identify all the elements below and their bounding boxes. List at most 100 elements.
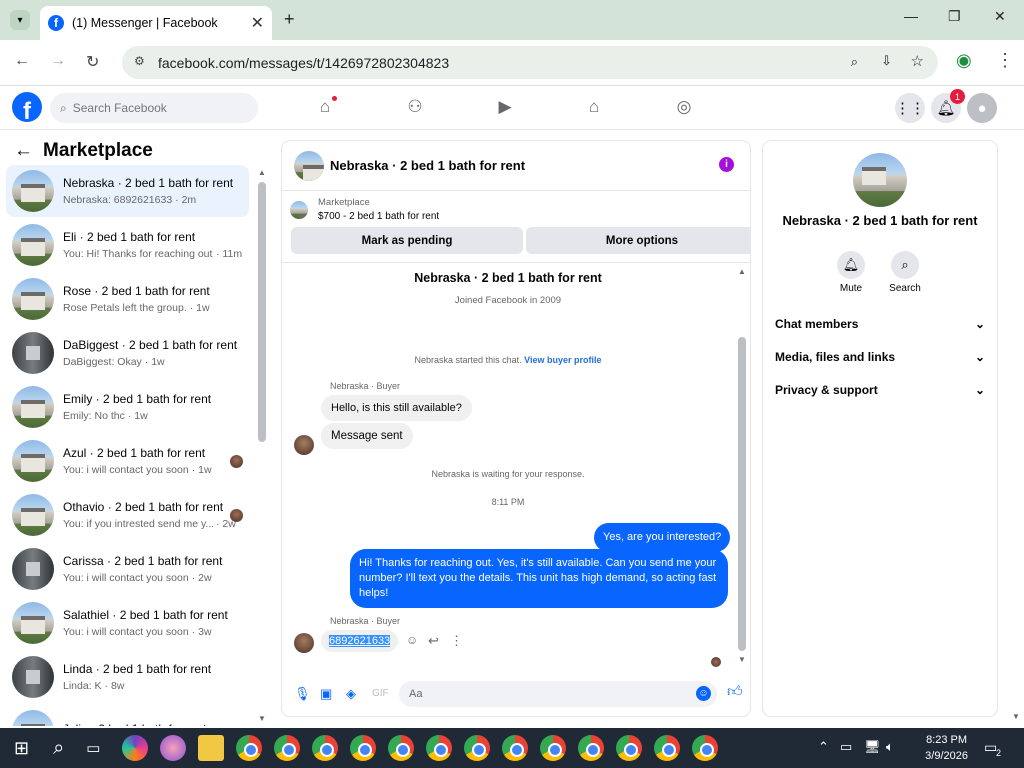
install-app-icon[interactable]: ⇩: [881, 53, 892, 69]
conversation-item[interactable]: Rose · 2 bed 1 bath for rent Rose Petals …: [6, 273, 249, 325]
buyer-avatar[interactable]: [294, 435, 314, 455]
info-icon[interactable]: i: [719, 157, 734, 172]
back-arrow-icon[interactable]: ←: [14, 140, 33, 162]
reload-icon[interactable]: ↻: [86, 52, 99, 72]
minimize-icon[interactable]: —: [904, 8, 918, 24]
paint-icon[interactable]: [160, 735, 187, 761]
incoming-message[interactable]: Message sent: [321, 423, 413, 449]
scroll-up-icon[interactable]: ▲: [258, 168, 266, 177]
listing-strip[interactable]: Marketplace $700 - 2 bed 1 bath for rent: [290, 197, 439, 222]
groups-icon[interactable]: ◎: [671, 94, 697, 120]
chrome-icon[interactable]: [236, 735, 263, 761]
network-icon[interactable]: 🖥︎: [864, 739, 881, 755]
sticker-icon[interactable]: ◈: [346, 686, 356, 702]
address-bar[interactable]: ⚙ facebook.com/messages/t/14269728023048…: [122, 46, 938, 79]
message-composer[interactable]: Aa ☺: [399, 681, 717, 707]
tab-close-icon[interactable]: ✕: [251, 13, 264, 33]
conversation-item[interactable]: Eli · 2 bed 1 bath for rent You: Hi! Than…: [6, 219, 249, 271]
restore-icon[interactable]: ❐: [948, 8, 961, 25]
buyer-avatar[interactable]: [294, 633, 314, 653]
site-info-icon[interactable]: ⚙: [134, 54, 145, 68]
friends-icon[interactable]: ⚇: [402, 94, 428, 120]
zoom-icon[interactable]: ⌕: [851, 54, 858, 70]
conversation-item[interactable]: DaBiggest · 2 bed 1 bath for rent DaBigge…: [6, 327, 249, 379]
conversation-item[interactable]: Salathiel · 2 bed 1 bath for rent You: i …: [6, 597, 249, 649]
reply-icon[interactable]: ↩: [428, 633, 439, 649]
mark-as-pending-button[interactable]: Mark as pending: [291, 227, 523, 254]
facebook-search[interactable]: ⌕: [50, 93, 258, 123]
conversation-item[interactable]: Azul · 2 bed 1 bath for rent You: i will …: [6, 435, 249, 487]
like-thumb-icon[interactable]: 👍︎: [727, 683, 743, 701]
mute-button[interactable]: 🔔︎ Mute: [831, 251, 871, 294]
tab-search-icon[interactable]: ▾: [10, 10, 30, 30]
forward-icon[interactable]: →: [50, 52, 66, 70]
chrome-icon[interactable]: [502, 735, 529, 761]
new-tab-button[interactable]: +: [284, 9, 295, 30]
conversation-item[interactable]: Linda · 2 bed 1 bath for rent Linda: K · 8…: [6, 651, 249, 703]
outgoing-message[interactable]: Yes, are you interested?: [594, 523, 731, 552]
react-icon[interactable]: ☺: [406, 633, 418, 647]
video-icon[interactable]: ▶: [492, 94, 518, 120]
chrome-icon[interactable]: [654, 735, 681, 761]
chrome-icon[interactable]: [350, 735, 377, 761]
marketplace-icon[interactable]: ⌂: [581, 94, 607, 120]
chrome-icon[interactable]: [578, 735, 605, 761]
media-files-links-section[interactable]: Media, files and links ⌄: [775, 350, 985, 364]
taskbar-search-icon[interactable]: ⌕: [53, 737, 64, 760]
menu-grid-icon[interactable]: ⋮⋮: [895, 93, 925, 123]
chrome-icon[interactable]: [616, 735, 643, 761]
chat-title[interactable]: Nebraska · 2 bed 1 bath for rent: [330, 158, 525, 173]
emoji-icon[interactable]: ☺: [696, 686, 711, 701]
chat-scrollbar[interactable]: [738, 337, 746, 651]
more-options-button[interactable]: More options: [526, 227, 750, 254]
account-avatar[interactable]: ●: [967, 93, 997, 123]
chrome-icon[interactable]: [464, 735, 491, 761]
show-hidden-icons[interactable]: ⌃: [818, 739, 829, 755]
conversation-item[interactable]: Nebraska · 2 bed 1 bath for rent Nebraska…: [6, 165, 249, 217]
search-input[interactable]: [72, 101, 233, 115]
view-buyer-profile-link[interactable]: View buyer profile: [524, 355, 601, 365]
incoming-message[interactable]: Hello, is this still available?: [321, 395, 472, 421]
gif-icon[interactable]: GIF: [372, 688, 389, 699]
task-view-icon[interactable]: ▭: [86, 739, 100, 757]
close-window-icon[interactable]: ✕: [994, 8, 1006, 25]
chrome-icon[interactable]: [692, 735, 719, 761]
browser-tab-messenger[interactable]: f (1) Messenger | Facebook ✕: [40, 6, 272, 40]
details-avatar[interactable]: [853, 153, 907, 207]
facebook-logo-icon[interactable]: f: [12, 92, 42, 122]
chat-members-section[interactable]: Chat members ⌄: [775, 317, 985, 331]
chrome-icon[interactable]: [540, 735, 567, 761]
conversation-item[interactable]: Othavio · 2 bed 1 bath for rent You: if y…: [6, 489, 249, 541]
search-in-chat-button[interactable]: ⌕ Search: [885, 251, 925, 294]
photo-icon[interactable]: ▣: [320, 686, 332, 702]
volume-icon[interactable]: 🔈︎: [886, 739, 894, 755]
chrome-icon[interactable]: [312, 735, 339, 761]
chrome-menu-icon[interactable]: ⋮: [996, 50, 1014, 71]
home-icon[interactable]: ⌂: [312, 94, 338, 120]
conversation-item[interactable]: Emily · 2 bed 1 bath for rent Emily: No t…: [6, 381, 249, 433]
meet-now-icon[interactable]: ▭: [840, 739, 852, 755]
scroll-up-icon[interactable]: ▲: [738, 267, 746, 276]
file-explorer-icon[interactable]: [198, 735, 225, 761]
chat-avatar[interactable]: [294, 150, 324, 181]
conversation-item[interactable]: Julio · 2 bed 1 bath for rent: [6, 705, 249, 726]
incoming-message-phone[interactable]: 6892621633: [321, 630, 399, 652]
sidebar-scrollbar[interactable]: [258, 182, 266, 442]
profile-icon[interactable]: ◉: [956, 50, 972, 71]
outgoing-message[interactable]: Hi! Thanks for reaching out. Yes, it's s…: [350, 549, 728, 608]
chrome-icon[interactable]: [274, 735, 301, 761]
conversation-item[interactable]: Carissa · 2 bed 1 bath for rent You: i wi…: [6, 543, 249, 595]
scroll-down-icon[interactable]: ▼: [258, 714, 266, 723]
microphone-icon[interactable]: 🎙︎: [294, 686, 311, 702]
chrome-icon[interactable]: [388, 735, 415, 761]
chrome-icon[interactable]: [426, 735, 453, 761]
bookmark-star-icon[interactable]: ☆: [911, 52, 924, 70]
privacy-support-section[interactable]: Privacy & support ⌄: [775, 383, 985, 397]
page-scroll-down-icon[interactable]: ▼: [1012, 712, 1020, 721]
taskbar-clock[interactable]: 8:23 PM 3/9/2026: [925, 732, 968, 764]
more-actions-icon[interactable]: ⋮: [450, 633, 463, 649]
windows-start-icon[interactable]: ⊞: [14, 738, 29, 759]
back-icon[interactable]: ←: [14, 52, 30, 70]
copilot-icon[interactable]: [122, 735, 149, 761]
scroll-down-icon[interactable]: ▼: [738, 655, 746, 664]
